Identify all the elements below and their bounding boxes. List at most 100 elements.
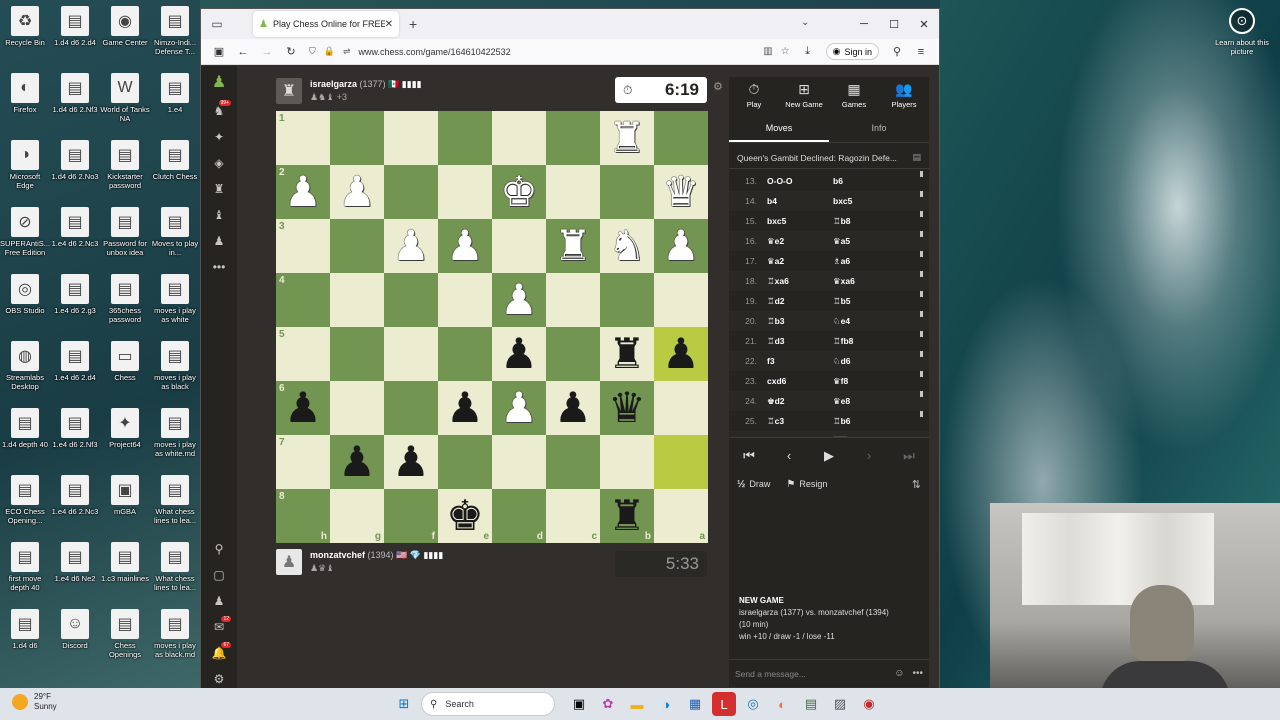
board-settings-icon[interactable]: ⚙ [713,80,723,93]
board-square[interactable]: ♚ [492,165,546,219]
opening-name[interactable]: Queen's Gambit Declined: Ragozin Defe...… [729,147,929,169]
close-tab-icon[interactable]: ✕ [385,19,393,30]
board-square[interactable]: 1 [276,111,330,165]
notepad-icon[interactable]: ▤ [799,692,823,716]
black-rook-icon[interactable]: ♜ [608,495,646,537]
desktop-icon[interactable]: ▤ Kickstarter password [100,140,150,190]
desktop-icon[interactable]: ▤ 1.e4 d6 2.Nc3 [50,207,100,248]
board-square[interactable] [600,165,654,219]
desktop-icon[interactable]: ◎ OBS Studio [0,274,50,315]
taskbar-search[interactable]: ⚲ Search [421,692,555,716]
first-move-icon[interactable]: ⏮ [734,448,764,464]
back-icon[interactable]: ← [231,46,255,58]
black-move[interactable]: ♛e8 [833,396,899,407]
board-square[interactable]: ♟ [384,219,438,273]
play-icon[interactable]: ♞ 99+ [201,98,237,124]
reader-icon[interactable]: ▥ [763,46,772,57]
weather-widget[interactable]: 29°F Sunny [12,692,57,712]
board-square[interactable]: ♟ [492,381,546,435]
board-square[interactable]: ♟ [384,435,438,489]
address-bar[interactable]: ⛉ 🔒 ⇌ www.chess.com/game/164610422532 ▥ … [309,42,790,62]
desktop-icon[interactable]: ▭ Chess [100,341,150,382]
desktop-icon[interactable]: ▤ 1.d4 d6 [0,609,50,650]
board-square[interactable]: 5 [276,327,330,381]
desktop-icon[interactable]: ⊘ SUPERAntiS... Free Edition [0,207,50,257]
desktop-icon[interactable]: ▤ Password for unbox idea [100,207,150,257]
black-move[interactable]: ♘e4 [833,316,899,327]
board-square[interactable] [492,435,546,489]
desktop-icon[interactable]: W World of Tanks NA [100,73,150,123]
black-move[interactable]: bxc5 [833,196,899,206]
desktop-icon[interactable]: ▤ 1.d4 d6 2.d4 [50,6,100,47]
panel-tab-play[interactable]: ⏱ Play [729,77,779,113]
white-move[interactable]: O-O-O [767,176,833,186]
board-square[interactable]: 4 [276,273,330,327]
draw-button[interactable]: ½ Draw [737,479,770,490]
white-move[interactable]: ♛e2 [767,236,833,247]
desktop-icon[interactable]: ▤ moves i play as white.md [150,408,200,458]
emoji-icon[interactable]: ☺ [894,668,904,679]
desktop-icon[interactable]: ◐ Firefox [0,73,50,114]
black-move[interactable]: ♖fb8 [833,336,899,347]
desktop-icon[interactable]: ▤ Clutch Chess [150,140,200,181]
black-move[interactable]: ♛xa6 [833,276,899,287]
board-square[interactable] [384,165,438,219]
obs-taskbar-icon[interactable]: ◎ [741,692,765,716]
browser-tab[interactable]: ♟ Play Chess Online for FREE - 2 P ✕ [253,11,399,37]
black-move[interactable]: ♖b5 [833,296,899,307]
board-square[interactable] [384,111,438,165]
desktop-icon[interactable]: ▤ 1.e4 d6 2.g3 [50,274,100,315]
black-move[interactable]: ♗a6 [833,256,899,267]
desktop-icon[interactable]: ▤ 1.e4 d6 Ne2 [50,542,100,583]
board-square[interactable] [330,111,384,165]
resign-button[interactable]: ⚑ Resign [786,479,827,490]
white-move[interactable]: ♚d2 [767,396,833,407]
desktop-icon[interactable]: ♻ Recycle Bin [0,6,50,47]
minimize-icon[interactable]: ─ [849,18,879,31]
desktop-icon[interactable]: ▤ first move depth 40 [0,542,50,592]
new-tab-icon[interactable]: + [409,16,417,32]
board-square[interactable]: 8h [276,489,330,543]
bookmark-star-icon[interactable]: ☆ [781,46,790,57]
copilot-icon[interactable]: ✿ [596,692,620,716]
extensions-icon[interactable]: ⚲ [885,45,909,58]
flip-board-icon[interactable]: ⇅ [912,478,921,491]
tab-info[interactable]: Info [829,115,929,142]
board-square[interactable] [384,273,438,327]
book-icon[interactable]: ▤ [912,152,921,163]
lastpass-icon[interactable]: L [712,692,736,716]
board-square[interactable]: ♟ [654,219,708,273]
board-square[interactable] [438,111,492,165]
board-square[interactable]: ♜ [600,111,654,165]
board-square[interactable]: c [546,489,600,543]
tab-list-icon[interactable]: ▭ [201,17,233,31]
start-icon[interactable]: ⊞ [392,692,416,716]
board-square[interactable] [654,381,708,435]
board-square[interactable] [600,273,654,327]
tab-moves[interactable]: Moves [729,115,829,142]
desktop-icon[interactable]: ◉ Game Center [100,6,150,47]
watch-icon[interactable]: ♜ [201,176,237,202]
desktop-icon[interactable]: ▤ moves i play as black.md [150,609,200,659]
white-pawn-icon[interactable]: ♟ [446,225,484,267]
black-move[interactable]: ♘d6 [833,356,899,367]
white-move[interactable]: ♖xa6 [767,276,833,287]
board-square[interactable] [330,381,384,435]
desktop-icon[interactable]: ▤ Chess Openings [100,609,150,659]
learn-icon[interactable]: ◈ [201,150,237,176]
board-square[interactable] [546,165,600,219]
board-square[interactable]: a [654,489,708,543]
chess-board[interactable]: 1 ♜ 2 ♟ ♟ ♚ ♛ 3 ♟ ♟ ♜ ♞ ♟ 4 ♟ 5 ♟ ♜ ♟ 6 ♟ ♟ ♟ ♟ ♛ 7 ♟ ♟ 8 h g f e ♚ d c b ♜ a [276,111,708,543]
store-icon[interactable]: ▦ [683,692,707,716]
white-knight-icon[interactable]: ♞ [608,225,646,267]
board-square[interactable]: 7 [276,435,330,489]
board-square[interactable]: ♟ [492,273,546,327]
board-square[interactable]: 2 ♟ [276,165,330,219]
black-pawn-icon[interactable]: ♟ [500,333,538,375]
black-move[interactable]: ♛a5 [833,236,899,247]
board-square[interactable] [438,435,492,489]
black-move[interactable]: a5 [833,436,849,437]
board-square[interactable] [384,327,438,381]
board-square[interactable]: e ♚ [438,489,492,543]
board-square[interactable]: ♟ [492,327,546,381]
